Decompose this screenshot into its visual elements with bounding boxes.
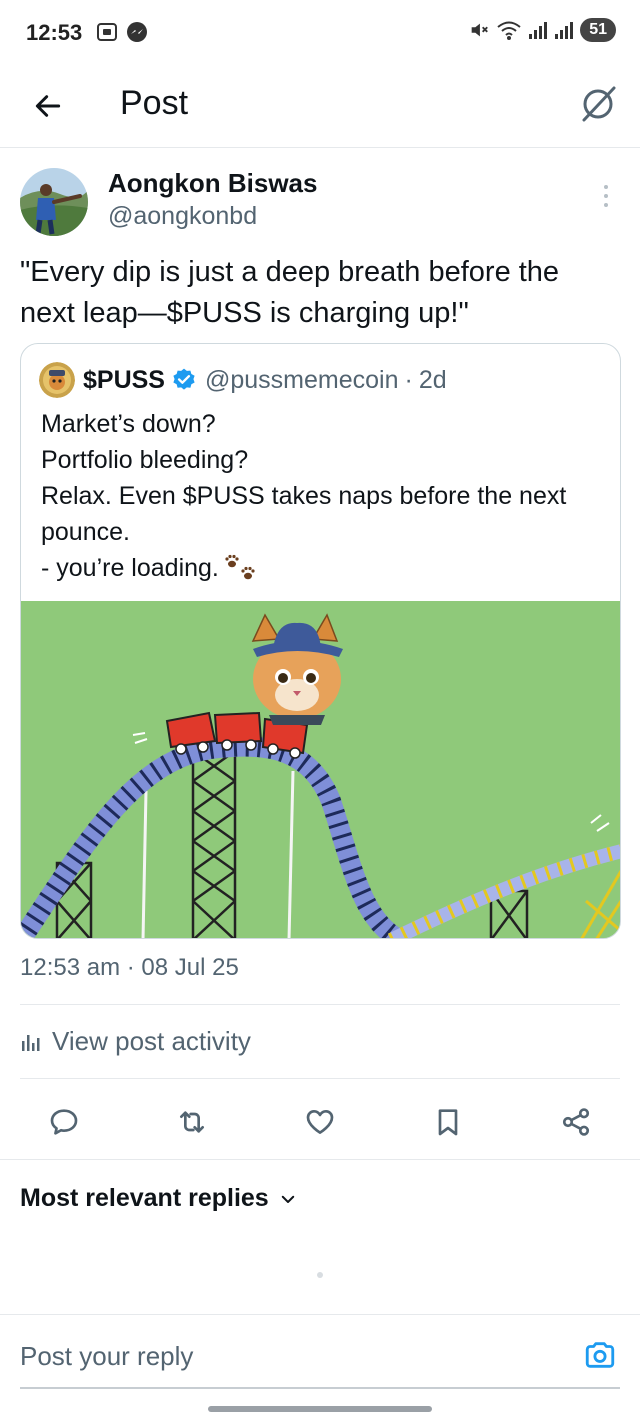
- divider: [20, 1004, 620, 1005]
- view-post-activity-label: View post activity: [52, 1026, 251, 1056]
- reply-input-underline: [20, 1387, 620, 1389]
- post-timestamp[interactable]: 12:53 am · 08 Jul 25: [20, 954, 239, 982]
- chevron-down-icon: [281, 1195, 294, 1203]
- share-icon: [562, 1108, 590, 1136]
- quoted-author-name: $PUSS: [83, 365, 165, 394]
- heart-icon: [306, 1110, 334, 1134]
- arrow-left-icon: [35, 95, 61, 117]
- like-button[interactable]: [300, 1102, 340, 1142]
- battery-indicator: 51: [580, 18, 616, 42]
- more-dots-icon: [604, 185, 608, 189]
- reply-input[interactable]: [20, 1341, 540, 1372]
- bar-chart-icon: [22, 1034, 40, 1051]
- quoted-text-line: Portfolio bleeding?: [41, 446, 249, 474]
- quoted-post-text: Market’s down? Portfolio bleeding? Relax…: [41, 406, 601, 586]
- view-post-activity-button[interactable]: View post activity: [20, 1026, 251, 1057]
- signal-icon: [529, 22, 548, 39]
- top-app-bar: Post: [0, 66, 640, 148]
- screenshot-icon: [97, 23, 117, 41]
- more-options-button[interactable]: [596, 182, 616, 210]
- reply-button[interactable]: [44, 1102, 84, 1142]
- grok-button[interactable]: [576, 82, 620, 126]
- page-title: Post: [120, 84, 189, 122]
- quoted-author-handle: @pussmemecoin: [204, 365, 399, 394]
- meta-separator: ·: [404, 365, 413, 394]
- bookmark-icon: [438, 1109, 458, 1136]
- reply-composer: [0, 1314, 640, 1390]
- quoted-post-image[interactable]: [21, 601, 620, 938]
- reply-sort-dropdown[interactable]: Most relevant replies: [20, 1184, 297, 1213]
- share-button[interactable]: [556, 1102, 596, 1142]
- reply-icon: [50, 1109, 78, 1135]
- quoted-avatar: [39, 362, 75, 398]
- status-bar: 12:53 51: [0, 0, 640, 66]
- quoted-post-age: 2d: [418, 365, 447, 394]
- wifi-icon: [497, 21, 521, 40]
- author-name[interactable]: Aongkon Biswas: [108, 168, 317, 199]
- quoted-text-line: Relax. Even $PUSS takes naps before the …: [41, 482, 567, 546]
- paw-prints-icon: [225, 555, 255, 580]
- repost-icon: [180, 1111, 204, 1133]
- repost-button[interactable]: [172, 1102, 212, 1142]
- post-action-bar: [0, 1098, 640, 1148]
- quoted-post-header: $PUSS @pussmemecoin · 2d: [39, 362, 447, 398]
- camera-button[interactable]: [582, 1337, 618, 1373]
- mute-icon: [471, 23, 489, 37]
- signal-icon: [555, 22, 574, 39]
- author-handle[interactable]: @aongkonbd: [108, 202, 257, 231]
- home-indicator[interactable]: [208, 1406, 432, 1412]
- grok-icon: [582, 86, 616, 122]
- divider: [20, 1078, 620, 1079]
- loading-indicator: [317, 1272, 323, 1278]
- avatar[interactable]: [20, 168, 88, 236]
- bookmark-button[interactable]: [428, 1102, 468, 1142]
- quoted-text-line: - you’re loading.: [41, 554, 219, 582]
- quoted-text-line: Market’s down?: [41, 410, 216, 438]
- divider: [0, 1159, 640, 1160]
- back-button[interactable]: [28, 86, 68, 126]
- messenger-icon: [127, 22, 147, 42]
- reply-sort-label: Most relevant replies: [20, 1184, 269, 1212]
- status-time: 12:53: [26, 20, 83, 45]
- camera-icon: [585, 1342, 615, 1368]
- post-text: "Every dip is just a deep breath before …: [20, 256, 560, 329]
- quoted-post-card[interactable]: $PUSS @pussmemecoin · 2d Market’s down? …: [20, 343, 621, 939]
- verified-badge-icon: [173, 368, 195, 390]
